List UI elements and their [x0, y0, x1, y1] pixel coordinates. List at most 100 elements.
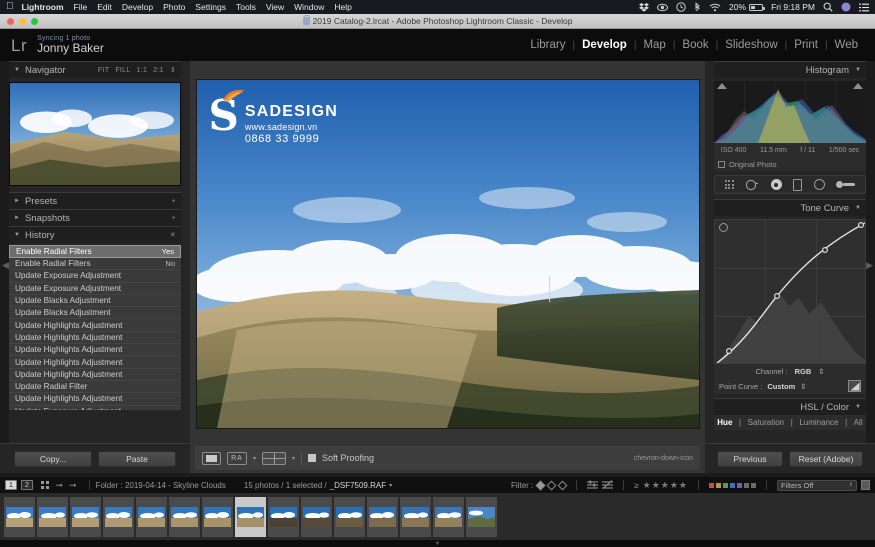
menu-item-edit[interactable]: Edit: [97, 2, 112, 12]
dropbox-icon[interactable]: [639, 3, 649, 12]
filmstrip-thumbnail[interactable]: [4, 497, 35, 537]
snapshots-header[interactable]: ► Snapshots +: [9, 209, 181, 226]
module-slideshow[interactable]: Slideshow: [718, 39, 784, 51]
snapshots-add-icon[interactable]: +: [172, 215, 176, 222]
history-row[interactable]: Update Highlights Adjustment: [9, 369, 181, 381]
history-row[interactable]: Update Highlights Adjustment: [9, 344, 181, 356]
screen-1-button[interactable]: 1: [5, 480, 17, 490]
module-book[interactable]: Book: [675, 39, 715, 51]
chevron-down-icon[interactable]: ▾: [292, 455, 295, 462]
menu-item-help[interactable]: Help: [334, 2, 351, 12]
clock-datetime[interactable]: Fri 9:18 PM: [771, 2, 815, 12]
menu-item-settings[interactable]: Settings: [195, 2, 226, 12]
right-collapse-arrow[interactable]: ▶: [866, 261, 873, 270]
left-collapse-arrow[interactable]: ◀: [2, 261, 9, 270]
chevron-down-icon[interactable]: ▼: [855, 404, 861, 410]
screen-2-button[interactable]: 2: [21, 480, 33, 490]
filmstrip-thumbnail[interactable]: [169, 497, 200, 537]
minimize-button[interactable]: [19, 18, 26, 25]
menu-item-view[interactable]: View: [266, 2, 284, 12]
filmstrip-thumbnail[interactable]: [103, 497, 134, 537]
flag-picked-icon[interactable]: [536, 480, 546, 490]
chevron-down-icon[interactable]: ▼: [14, 232, 20, 238]
zoom-1-1[interactable]: 1:1: [137, 67, 148, 74]
search-icon[interactable]: [823, 2, 833, 12]
sort-ascending-icon[interactable]: [587, 480, 598, 491]
zoom-stepper-icon[interactable]: ⇕: [170, 66, 176, 74]
navigator-preview[interactable]: [9, 82, 181, 186]
red-eye-icon[interactable]: [771, 179, 782, 190]
sort-descending-icon[interactable]: [602, 480, 613, 491]
channel-value[interactable]: RGB: [795, 367, 812, 376]
history-clear-icon[interactable]: ✕: [170, 231, 176, 239]
chevron-down-icon[interactable]: ▼: [855, 205, 861, 211]
image-viewport[interactable]: S SADESIGN www.sadesign.vn 0868 33 9999: [195, 66, 700, 441]
history-row[interactable]: Enable Radial Filters Yes: [9, 245, 181, 258]
hsl-tab-all[interactable]: All: [854, 418, 863, 427]
arrow-right-icon[interactable]: ➞: [69, 480, 77, 491]
toolbar-collapse-icon[interactable]: chevron-down-icon: [634, 455, 693, 462]
hsl-tab-saturation[interactable]: Saturation: [748, 418, 784, 427]
paste-button[interactable]: Paste: [98, 451, 176, 467]
history-row[interactable]: Update Highlights Adjustment: [9, 319, 181, 331]
rating-stars[interactable]: ★★★★★: [643, 480, 688, 491]
history-row[interactable]: Update Highlights Adjustment: [9, 332, 181, 344]
history-row[interactable]: Update Blacks Adjustment: [9, 295, 181, 307]
presets-add-icon[interactable]: +: [172, 198, 176, 205]
menu-item-tools[interactable]: Tools: [236, 2, 256, 12]
siri-icon[interactable]: [841, 2, 851, 12]
before-after-icon[interactable]: RA: [227, 452, 247, 465]
filters-off-stepper-icon[interactable]: ⇕: [849, 482, 853, 488]
navigator-header[interactable]: ▼ Navigator FIT FILL 1:1 2:1 ⇕: [9, 61, 181, 78]
copy-button[interactable]: Copy...: [14, 451, 92, 467]
original-photo-checkbox[interactable]: [718, 161, 725, 168]
spot-removal-icon[interactable]: [745, 179, 759, 191]
history-row[interactable]: Update Exposure Adjustment: [9, 406, 181, 410]
filmstrip-thumbnail[interactable]: [400, 497, 431, 537]
split-view-icon[interactable]: [262, 452, 286, 465]
chevron-right-icon[interactable]: ►: [14, 215, 20, 221]
menu-item-file[interactable]: File: [74, 2, 88, 12]
filmstrip-thumbnail[interactable]: [367, 497, 398, 537]
folder-label[interactable]: Folder : 2019-04-14 - Skyline Clouds: [96, 481, 226, 490]
bottom-collapse-bar[interactable]: ▼: [0, 540, 875, 547]
chevron-right-icon[interactable]: ►: [14, 198, 20, 204]
module-map[interactable]: Map: [636, 39, 672, 51]
module-web[interactable]: Web: [828, 39, 865, 51]
menu-item-photo[interactable]: Photo: [163, 2, 185, 12]
bluetooth-icon[interactable]: [694, 2, 701, 12]
soft-proofing-checkbox[interactable]: [308, 454, 316, 462]
menu-item-lightroom[interactable]: Lightroom: [22, 2, 64, 12]
chevron-down-icon[interactable]: ▼: [14, 67, 20, 73]
filmstrip-thumbnail-selected[interactable]: [235, 497, 266, 537]
channel-row[interactable]: Channel : RGB ⇕: [714, 364, 866, 378]
color-chip-green[interactable]: [723, 483, 728, 488]
target-adjust-icon[interactable]: [719, 223, 728, 232]
zoom-fill[interactable]: FILL: [115, 67, 130, 74]
menu-item-develop[interactable]: Develop: [122, 2, 153, 12]
battery-icon[interactable]: [749, 4, 763, 11]
point-curve-row[interactable]: Point Curve : Custom ⇕: [714, 378, 866, 394]
color-chip-purple[interactable]: [737, 483, 742, 488]
filmstrip-thumbnail[interactable]: [268, 497, 299, 537]
flag-rejected-icon[interactable]: [558, 480, 568, 490]
filmstrip-thumbnail[interactable]: [301, 497, 332, 537]
clock-icon[interactable]: [676, 2, 686, 12]
filmstrip-thumbnail[interactable]: [70, 497, 101, 537]
module-print[interactable]: Print: [787, 39, 825, 51]
filmstrip-thumbnail[interactable]: [202, 497, 233, 537]
color-chip-red[interactable]: [709, 483, 714, 488]
histogram-graph[interactable]: [714, 81, 866, 143]
zoom-fit[interactable]: FIT: [98, 67, 109, 74]
color-chip-yellow[interactable]: [716, 483, 721, 488]
zoom-2-1[interactable]: 2:1: [153, 67, 164, 74]
filmstrip-thumbnail[interactable]: [334, 497, 365, 537]
hsl-header[interactable]: HSL / Color ▼: [714, 398, 866, 415]
chevron-down-icon[interactable]: ▼: [855, 67, 861, 73]
control-center-icon[interactable]: [859, 3, 869, 12]
eye-icon[interactable]: [657, 3, 668, 12]
apple-icon[interactable]: : [6, 2, 14, 12]
wifi-icon[interactable]: [709, 3, 721, 12]
radial-filter-icon[interactable]: [814, 179, 825, 190]
arrow-left-icon[interactable]: ➞: [56, 480, 64, 491]
